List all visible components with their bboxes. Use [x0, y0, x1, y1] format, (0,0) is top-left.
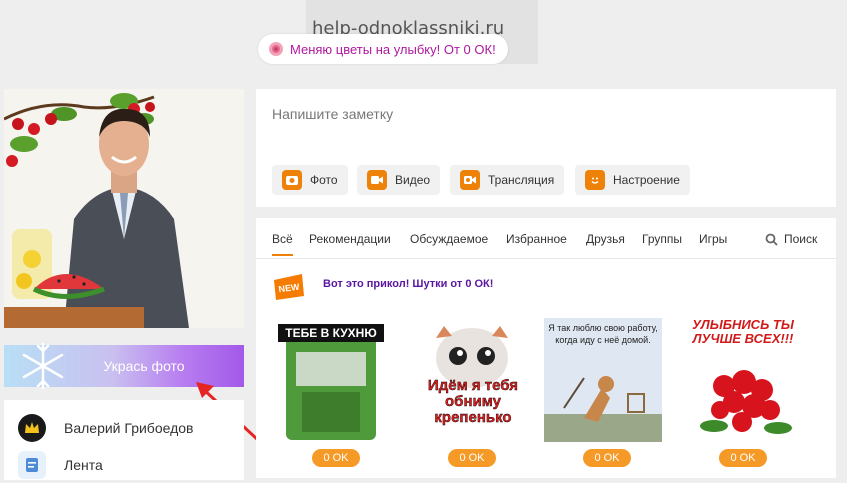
tab-discussed[interactable]: Обсуждаемое [410, 232, 488, 246]
tab-all[interactable]: Всё [272, 232, 293, 256]
feed-icon [18, 451, 46, 479]
video-button-label: Видео [395, 173, 431, 187]
sticker-caption: УЛЫБНИСЬ ТЫ ЛУЧШЕ ВСЕХ!!! [692, 318, 794, 346]
tab-games[interactable]: Игры [699, 232, 727, 246]
tab-recommendations[interactable]: Рекомендации [309, 232, 391, 246]
sticker-price-button[interactable]: 0 OK [448, 449, 496, 467]
sticker-price-button[interactable]: 0 OK [719, 449, 767, 467]
rose-icon [269, 42, 283, 56]
crown-icon [18, 414, 46, 442]
tab-friends[interactable]: Друзья [586, 232, 625, 246]
sticker-caption: Идём я тебя обниму крепенько [427, 377, 519, 426]
search-label: Поиск [784, 232, 818, 246]
promo-title[interactable]: Вот это прикол! Шутки от 0 ОК! [323, 278, 493, 290]
sticker-card[interactable]: Я так люблю свою работу, когда иду с неё… [544, 318, 662, 442]
profile-photo-image [4, 89, 244, 328]
tabs-divider [256, 258, 836, 259]
tab-favorites[interactable]: Избранное [506, 232, 567, 246]
video-button[interactable]: Видео [357, 165, 441, 195]
new-badge-icon: NEW [274, 274, 304, 300]
video-icon [367, 170, 387, 190]
broadcast-button-label: Трансляция [488, 173, 555, 187]
menu-item-profile-label: Валерий Грибоедов [64, 420, 194, 436]
broadcast-button[interactable]: Трансляция [450, 165, 565, 195]
menu-item-feed[interactable]: Лента [4, 447, 244, 483]
side-menu: Валерий Грибоедов Лента [4, 400, 244, 480]
note-input[interactable]: Напишите заметку [272, 106, 393, 122]
search-button[interactable]: Поиск [765, 232, 817, 246]
sticker-caption: Я так люблю свою работу, когда иду с неё… [548, 323, 658, 345]
sticker-card[interactable]: УЛЫБНИСЬ ТЫ ЛУЧШЕ ВСЕХ!!! [684, 318, 802, 442]
photo-button-label: Фото [310, 173, 338, 187]
camera-icon [282, 170, 302, 190]
snowflake-icon [22, 342, 64, 390]
promo-banner[interactable]: Меняю цветы на улыбку! От 0 ОК! [258, 34, 508, 64]
broadcast-icon [460, 170, 480, 190]
mood-button-label: Настроение [613, 173, 680, 187]
profile-photo[interactable] [4, 89, 244, 328]
sticker-caption: ТЕБЕ В КУХНЮ [278, 324, 384, 342]
menu-item-feed-label: Лента [64, 457, 103, 473]
menu-item-profile[interactable]: Валерий Грибоедов [4, 410, 244, 446]
sticker-price-button[interactable]: 0 OK [312, 449, 360, 467]
decorate-photo-label: Укрась фото [103, 358, 185, 374]
tab-groups[interactable]: Группы [642, 232, 682, 246]
search-icon [765, 233, 778, 246]
sticker-card[interactable]: ТЕБЕ В КУХНЮ [272, 318, 390, 442]
mood-button[interactable]: Настроение [575, 165, 690, 195]
sticker-price-button[interactable]: 0 OK [583, 449, 631, 467]
smile-icon [585, 170, 605, 190]
photo-button[interactable]: Фото [272, 165, 348, 195]
promo-text: Меняю цветы на улыбку! От 0 ОК! [290, 41, 496, 57]
sticker-card[interactable]: Идём я тебя обниму крепенько [414, 318, 532, 442]
